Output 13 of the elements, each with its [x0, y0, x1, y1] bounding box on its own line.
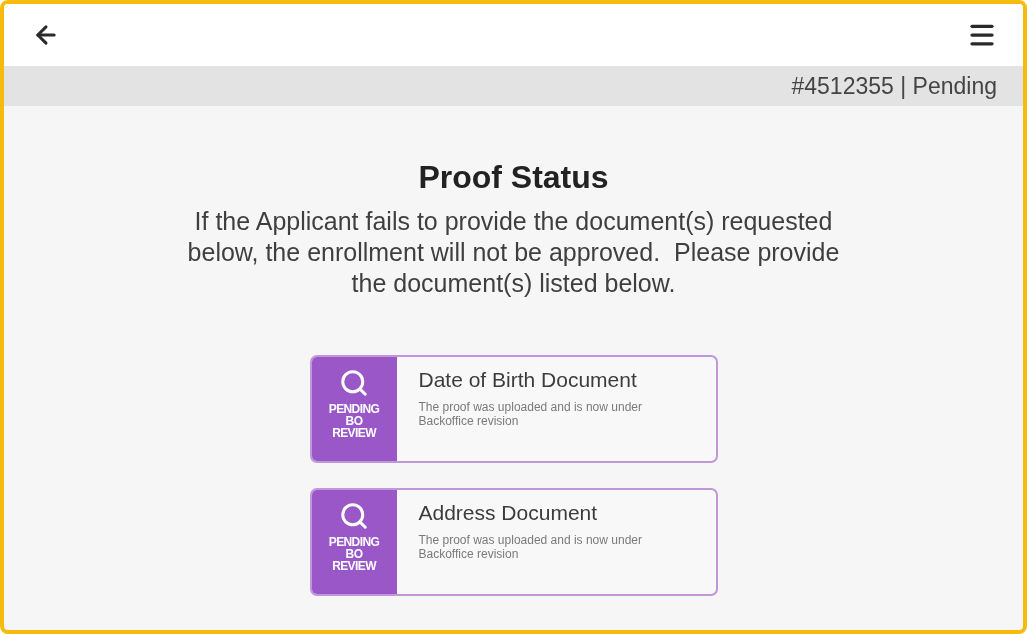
status-label: PENDING BO REVIEW [327, 536, 381, 572]
intro-text: If the Applicant fails to provide the document(s) requested below, the enrollment will not be approved. Please provide the document(s) listed below. [186, 206, 841, 299]
search-icon [339, 368, 369, 398]
status-label: PENDING BO REVIEW [327, 403, 381, 439]
page-title: Proof Status [418, 158, 609, 196]
application-status: #4512355 | Pending [791, 72, 997, 100]
proof-title: Address Document [418, 501, 599, 525]
proof-title: Date of Birth Document [418, 368, 638, 392]
proof-card[interactable]: PENDING BO REVIEW Address Document The proof was uploaded and is now under Backoffice revision [309, 488, 718, 596]
proof-description: The proof was uploaded and is now under Backoffice revision [418, 400, 643, 428]
search-icon [339, 501, 369, 531]
proof-description: The proof was uploaded and is now under Backoffice revision [418, 533, 643, 561]
proof-card[interactable]: PENDING BO REVIEW Date of Birth Document The proof was uploaded and is now under Backoffice revision [309, 355, 718, 463]
